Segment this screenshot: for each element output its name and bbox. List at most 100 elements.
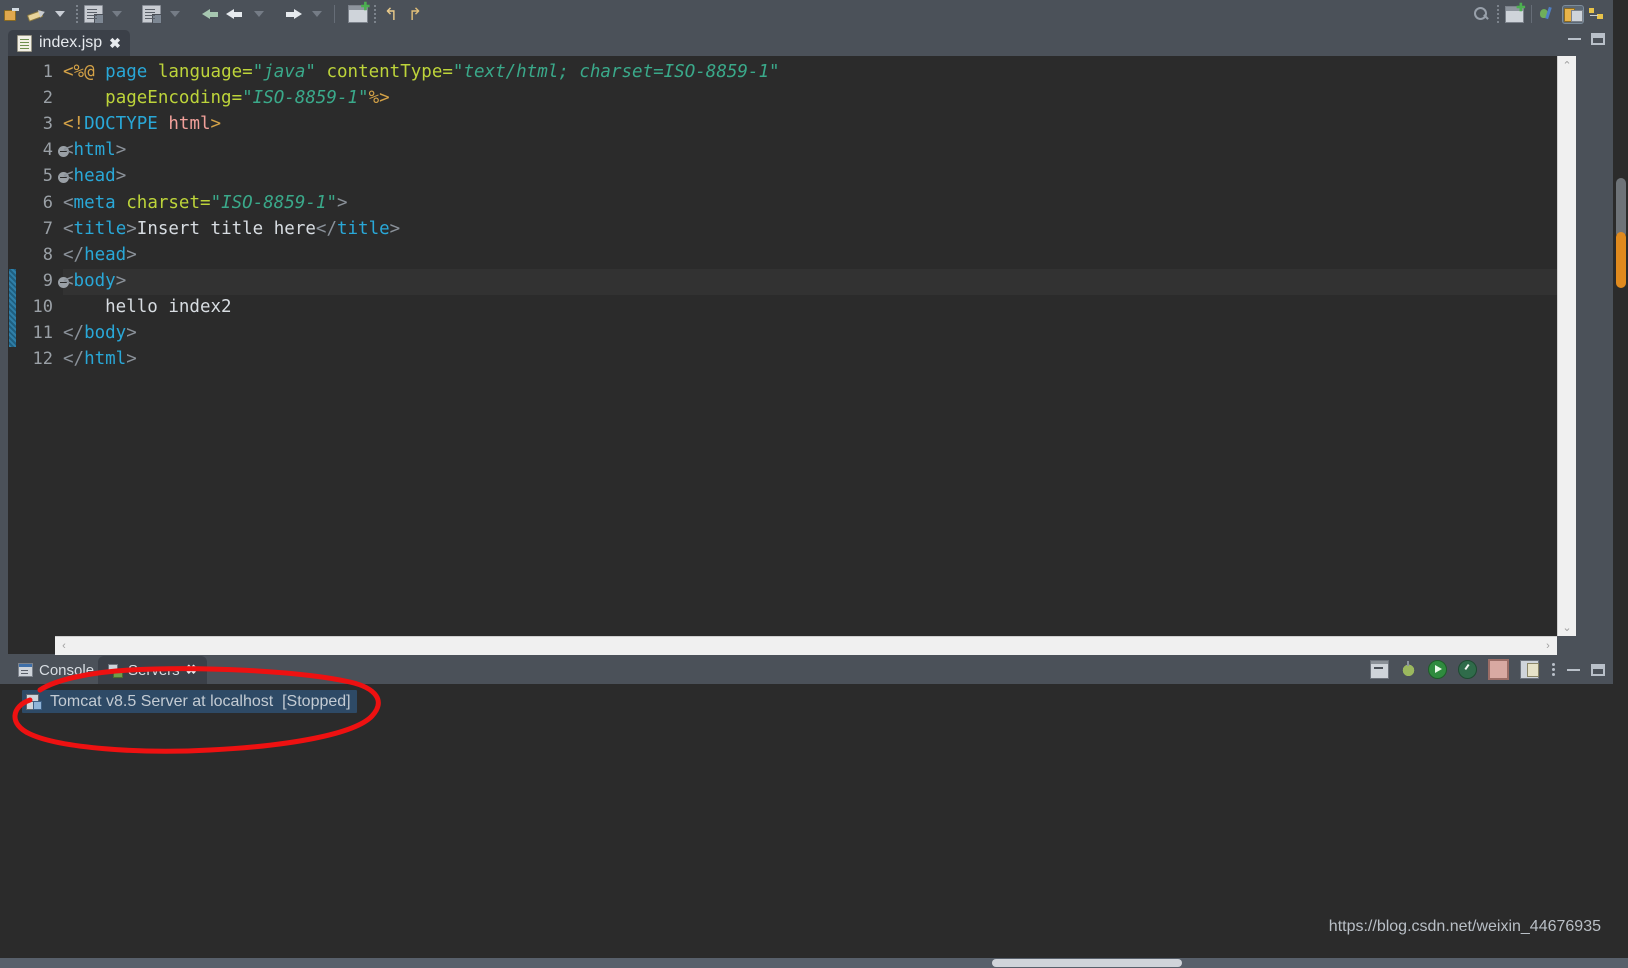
back-icon[interactable] — [223, 2, 247, 26]
code-line: hello index2 — [63, 296, 232, 317]
code-token: Insert title here — [136, 218, 316, 239]
code-line: <title>Insert title here</title> — [63, 219, 400, 239]
toolbar-drag-handle[interactable] — [74, 5, 79, 23]
close-icon[interactable]: ✖ — [109, 36, 121, 50]
code-line: </html> — [63, 349, 137, 369]
publish-icon[interactable] — [1520, 660, 1539, 679]
code-token: body — [84, 323, 127, 343]
tomcat-server-icon — [26, 694, 42, 710]
page-scroll-thumb[interactable] — [1616, 178, 1626, 238]
dropdown-caret-icon[interactable] — [48, 2, 72, 26]
code-token: DOCTYPE — [84, 114, 158, 135]
line-number: 6 — [42, 192, 53, 213]
code-line: <body> — [63, 271, 126, 291]
back-dropdown-icon[interactable] — [247, 2, 271, 26]
minimize-icon[interactable] — [1567, 668, 1580, 671]
code-line: </body> — [63, 323, 137, 343]
blog-page-frame: ✚ ↰ ↱ ✚ index.jsp ✖ 1 2 3 4 5 6 7 8 9 10… — [0, 0, 1628, 968]
source-editor[interactable]: 1 2 3 4 5 6 7 8 9 10 11 12 <%@ page language="java"… — [8, 56, 1557, 636]
redo-icon[interactable]: ↱ — [403, 2, 427, 26]
code-token: </ — [63, 323, 85, 343]
new-window-icon[interactable]: ✚ — [346, 2, 370, 26]
watermark-text: https://blog.csdn.net/weixin_44676935 — [1328, 918, 1601, 935]
scroll-up-icon[interactable]: ⌃ — [1558, 56, 1576, 74]
eclipse-ide-window: ✚ ↰ ↱ ✚ index.jsp ✖ 1 2 3 4 5 6 7 8 9 10… — [0, 0, 1613, 958]
code-line: <meta charset="ISO-8859-1"> — [63, 193, 348, 213]
perspective-debug-icon[interactable] — [1537, 2, 1561, 26]
view-menu-icon[interactable] — [1550, 663, 1556, 676]
code-token: "ISO-8859-1" — [210, 192, 337, 213]
line-number: 7 — [42, 218, 53, 239]
tab-servers[interactable]: Servers ✖ — [98, 656, 207, 684]
import-icon[interactable] — [139, 2, 163, 26]
forward-icon[interactable] — [281, 2, 305, 26]
code-token: > — [337, 192, 348, 213]
open-perspective-icon[interactable]: ✚ — [1502, 2, 1526, 26]
line-number: 11 — [32, 323, 53, 343]
code-token: = — [242, 62, 253, 82]
new-server-icon[interactable] — [1370, 660, 1389, 679]
toolbar-drag-handle-2[interactable] — [372, 5, 377, 23]
code-token: > — [115, 270, 127, 291]
perspective-java-ee-icon[interactable] — [1561, 2, 1585, 26]
editor-tab-index-jsp[interactable]: index.jsp ✖ — [8, 30, 130, 56]
scroll-right-icon[interactable]: › — [1539, 637, 1557, 655]
start-server-icon[interactable] — [1428, 660, 1447, 679]
code-token: html — [168, 114, 211, 135]
jsp-file-icon — [17, 34, 32, 52]
tab-console[interactable]: Console — [8, 656, 104, 684]
pen-edit-icon[interactable] — [24, 2, 48, 26]
code-token: title — [73, 218, 127, 239]
code-token: hello index2 — [63, 296, 232, 317]
undo-icon[interactable]: ↰ — [379, 2, 403, 26]
code-line: <%@ page language="java" contentType="te… — [63, 62, 780, 82]
stop-server-icon[interactable] — [1488, 659, 1509, 680]
minimize-icon[interactable] — [1568, 38, 1581, 40]
code-token: pageEncoding — [105, 88, 232, 109]
line-number: 2 — [42, 88, 53, 109]
editor-vertical-scrollbar[interactable]: ⌃ ⌄ — [1557, 56, 1576, 636]
line-number: 5 — [42, 166, 53, 187]
code-token: > — [115, 166, 127, 187]
servers-tree[interactable]: Tomcat v8.5 Server at localhost [Stopped… — [0, 684, 1613, 958]
perspective-java-icon[interactable] — [1585, 2, 1609, 26]
quick-access-icon[interactable] — [0, 2, 24, 26]
maximize-icon[interactable] — [1591, 663, 1605, 676]
editor-horizontal-scrollbar[interactable]: ‹ › — [55, 636, 1557, 655]
page-scroll-thumb-horizontal[interactable] — [992, 959, 1182, 967]
code-token: = — [200, 192, 211, 213]
code-token: html — [73, 140, 116, 161]
code-line: <head> — [63, 166, 126, 186]
code-token: page — [105, 62, 148, 82]
server-list-item[interactable]: Tomcat v8.5 Server at localhost [Stopped… — [22, 690, 357, 713]
search-icon[interactable] — [1469, 2, 1493, 26]
code-content[interactable]: <%@ page language="java" contentType="te… — [63, 56, 1557, 636]
page-scroll-progress-thumb[interactable] — [1616, 232, 1626, 288]
line-number: 9 — [42, 270, 53, 291]
change-bar-indicator — [9, 268, 16, 348]
export-icon[interactable] — [81, 2, 105, 26]
profile-server-icon[interactable] — [1458, 660, 1477, 679]
back-green-icon[interactable] — [199, 2, 223, 26]
scroll-left-icon[interactable]: ‹ — [55, 637, 73, 655]
page-horizontal-scrollbar[interactable] — [0, 958, 1628, 968]
page-vertical-scrollbar[interactable] — [1613, 0, 1628, 968]
code-token: < — [63, 218, 74, 239]
code-token: head — [73, 166, 116, 187]
debug-icon[interactable] — [1400, 661, 1417, 678]
forward-dropdown-icon[interactable] — [305, 2, 329, 26]
export-dropdown-icon[interactable] — [105, 2, 129, 26]
close-icon[interactable]: ✖ — [186, 662, 197, 678]
server-label: Tomcat v8.5 Server at localhost [Stopped… — [50, 692, 351, 710]
console-icon — [18, 663, 33, 677]
import-dropdown-icon[interactable] — [163, 2, 187, 26]
toolbar-drag-handle-3[interactable] — [1495, 5, 1500, 23]
code-token: language — [157, 62, 243, 82]
maximize-icon[interactable] — [1591, 33, 1605, 45]
code-token: > — [210, 114, 222, 135]
scroll-down-icon[interactable]: ⌄ — [1558, 618, 1576, 636]
